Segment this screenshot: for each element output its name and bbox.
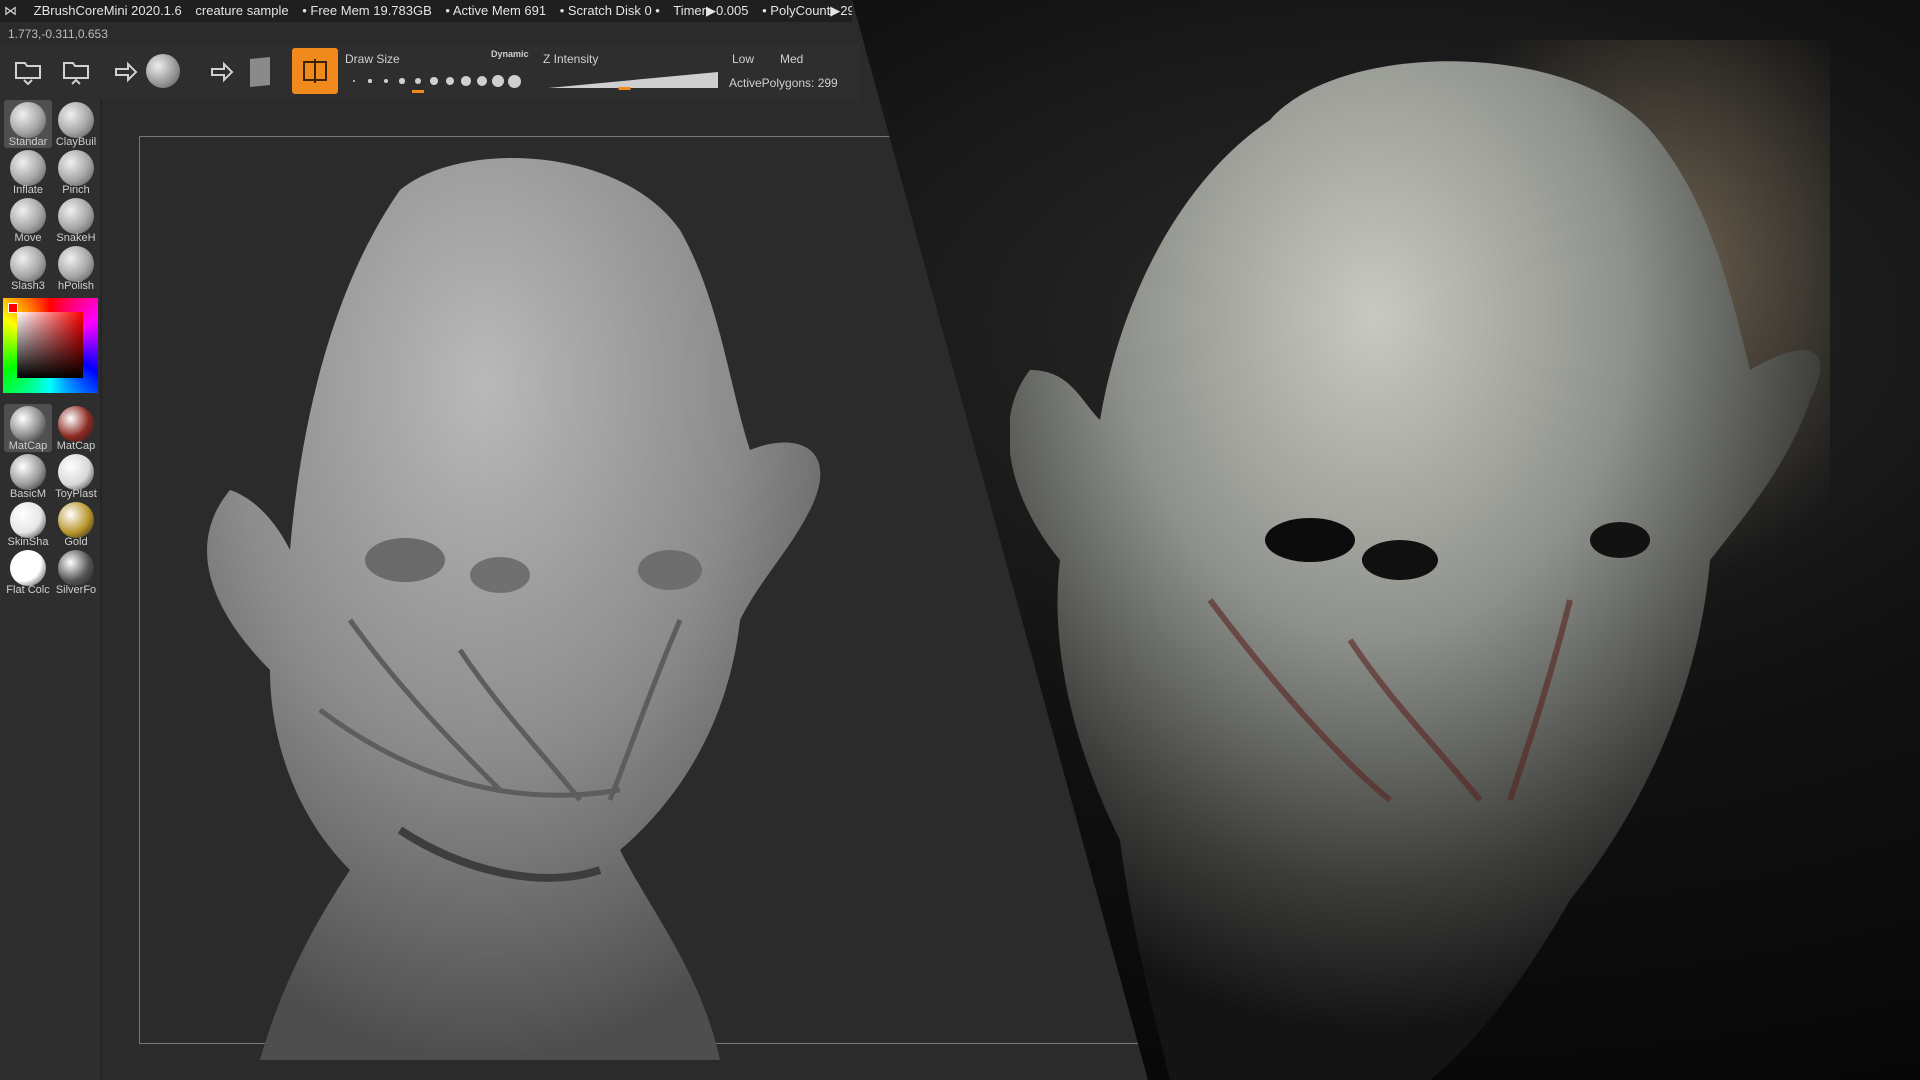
brush-thumbnail-icon [10,102,46,138]
brush-standar[interactable]: Standar [4,100,52,148]
color-picker[interactable] [3,298,98,393]
z-intensity-slider[interactable] [548,70,718,90]
timer: Timer▶0.005 [673,3,749,18]
brush-slash3[interactable]: Slash3 [4,244,52,292]
save-folder-icon[interactable] [58,52,94,88]
material-matcap[interactable]: MatCap [4,404,52,452]
arrow-right-icon[interactable] [108,54,144,90]
material-toyplast[interactable]: ToyPlast [52,452,100,500]
open-folder-icon[interactable] [10,52,46,88]
material-label: ToyPlast [55,488,97,500]
draw-size-step[interactable] [368,79,372,83]
material-skinsha[interactable]: SkinSha [4,500,52,548]
brush-thumbnail-icon [58,198,94,234]
material-sphere-icon [10,502,46,538]
title-bar: ⋈ ZBrushCoreMini 2020.1.6 creature sampl… [0,0,852,22]
material-label: Flat Colc [6,584,50,596]
arrow-right-icon-2[interactable] [204,54,240,90]
material-sphere-icon [58,454,94,490]
material-sphere-icon [58,550,94,586]
material-basicm[interactable]: BasicM [4,452,52,500]
texture-slot-icon[interactable] [242,54,278,90]
saturation-value-square[interactable] [17,312,83,378]
brush-thumbnail-icon [10,198,46,234]
material-label: MatCap [56,440,96,452]
material-label: MatCap [8,440,48,452]
z-intensity-handle[interactable] [618,87,631,90]
material-label: Gold [64,536,88,548]
dynamic-toggle[interactable]: Dynamic [491,49,529,59]
draw-size-step[interactable] [461,76,471,86]
material-label: SilverFo [55,584,97,596]
rendered-creature-head [1010,40,1830,1080]
zbrush-logo-icon: ⋈ [4,3,17,18]
coordinates-readout: 1.773,-0.311,0.653 [8,27,108,41]
brush-thumbnail-icon [10,150,46,186]
active-polygons: ActivePolygons: 299 [729,76,838,90]
active-mem: • Active Mem 691 [445,3,547,18]
brush-label: hPolish [57,280,95,292]
material-sphere-icon [58,502,94,538]
brush-pinch[interactable]: Pinch [52,148,100,196]
brush-inflate[interactable]: Inflate [4,148,52,196]
material-label: BasicM [9,488,47,500]
scratch-disk: • Scratch Disk 0 • [559,3,660,18]
med-preset[interactable]: Med [780,52,803,66]
project-name: creature sample [195,3,289,18]
draw-size-step[interactable] [430,77,438,85]
draw-size-label: Draw Size [345,52,400,66]
material-silverfo[interactable]: SilverFo [52,548,100,596]
z-intensity-label: Z Intensity [543,52,599,66]
brush-thumbnail-icon [58,102,94,138]
brush-label: ClayBuil [55,136,97,148]
brush-label: Inflate [13,184,43,196]
app-title: ZBrushCoreMini 2020.1.6 [33,3,182,18]
brush-move[interactable]: Move [4,196,52,244]
material-gold[interactable]: Gold [52,500,100,548]
brush-label: Standar [8,136,48,148]
brush-snakeh[interactable]: SnakeH [52,196,100,244]
material-flat-colc[interactable]: Flat Colc [4,548,52,596]
brush-thumbnail-icon [10,246,46,282]
low-preset[interactable]: Low [732,52,754,66]
draw-size-step[interactable] [353,80,355,82]
brush-hpolish[interactable]: hPolish [52,244,100,292]
material-sphere-icon [58,406,94,442]
draw-size-step[interactable] [399,78,405,84]
brush-claybuil[interactable]: ClayBuil [52,100,100,148]
panel-divider [100,100,102,1080]
brush-label: Pinch [62,184,90,196]
material-sphere-icon [10,550,46,586]
current-tool-sphere-icon[interactable] [146,54,180,88]
brush-label: SnakeH [56,232,96,244]
brush-thumbnail-icon [58,150,94,186]
sculpt-creature-head[interactable] [200,150,840,1060]
brush-thumbnail-icon [58,246,94,282]
material-sphere-icon [10,454,46,490]
brush-label: Move [14,232,42,244]
material-label: SkinSha [7,536,49,548]
draw-size-indicator [412,90,424,93]
material-sphere-icon [10,406,46,442]
brush-label: Slash3 [11,280,45,292]
edit-mode-button[interactable] [292,48,338,94]
primary-color-swatch[interactable] [8,303,18,313]
polycount: • PolyCount▶299.21 [762,3,852,18]
draw-size-step[interactable] [507,74,521,88]
free-mem: • Free Mem 19.783GB [302,3,432,18]
draw-size-step[interactable] [492,75,504,87]
material-matcap[interactable]: MatCap [52,404,100,452]
